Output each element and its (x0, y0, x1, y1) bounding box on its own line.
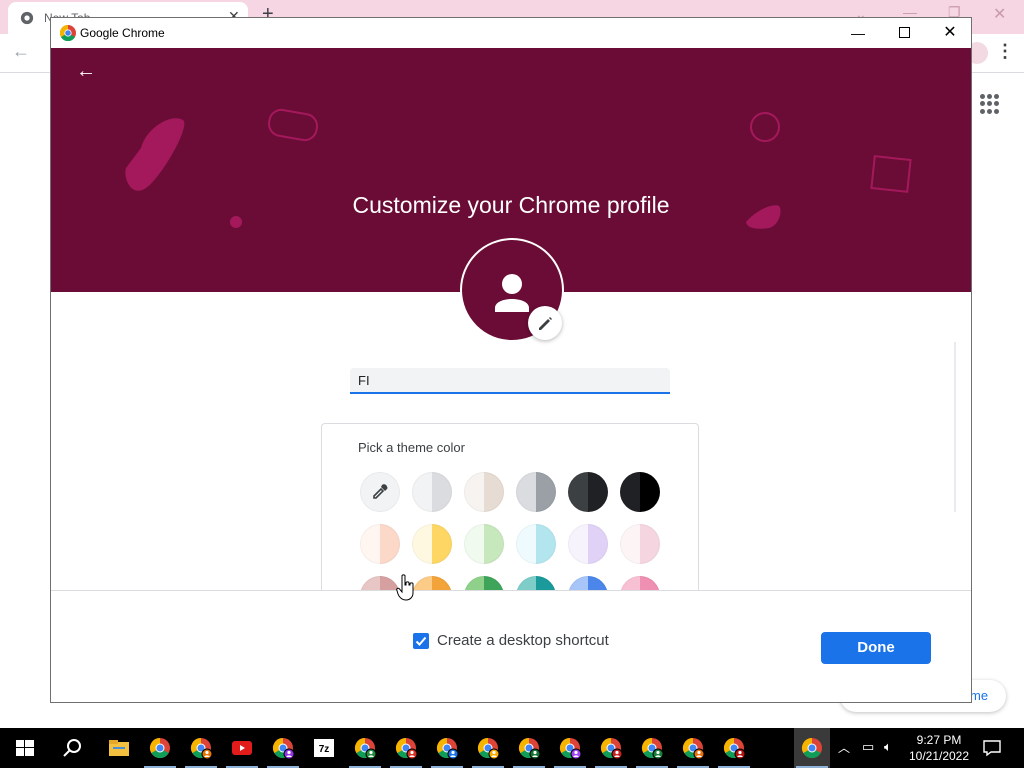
apps-grid-icon[interactable] (980, 94, 1000, 114)
theme-swatch-peach[interactable] (360, 524, 400, 564)
edit-avatar-button[interactable] (528, 306, 562, 340)
theme-swatch-yellow[interactable] (412, 524, 452, 564)
clock-time[interactable]: 9:27 PM (906, 733, 972, 747)
minimize-icon[interactable]: — (841, 25, 875, 41)
chrome-profile-3-icon[interactable] (353, 736, 377, 760)
back-arrow-icon[interactable]: ← (76, 60, 96, 83)
maximize-icon[interactable] (887, 25, 921, 43)
taskbar: 7z ︿ ▭ 🔈︎ 9:27 PM 10/21/2022 (0, 728, 1024, 768)
checkmark-icon (415, 636, 427, 646)
theme-swatch-cyan-light[interactable] (516, 524, 556, 564)
profile-window: Google Chrome — ✕ ← Customize your Chrom… (50, 17, 972, 703)
chrome-profile-4-icon[interactable] (394, 736, 418, 760)
eyedropper-icon (373, 484, 388, 499)
hand-cursor-icon (396, 574, 414, 601)
chrome-icon (20, 11, 34, 25)
chrome-profile-2-icon[interactable] (271, 736, 295, 760)
theme-swatch-green-light[interactable] (464, 524, 504, 564)
theme-swatch-color-picker[interactable] (360, 472, 400, 512)
chrome-profile-5-icon[interactable] (435, 736, 459, 760)
file-explorer-icon[interactable] (107, 736, 131, 760)
back-arrow-icon[interactable]: ← (12, 41, 30, 62)
dialog-footer: Create a desktop shortcut Done (51, 590, 971, 702)
chrome-profile-1-icon[interactable] (189, 736, 213, 760)
windows-start-icon[interactable] (13, 736, 37, 760)
pencil-icon (539, 317, 552, 330)
customize-chrome-label: me (970, 688, 989, 703)
theme-swatch-lavender[interactable] (568, 524, 608, 564)
profile-name-value: FI (358, 373, 370, 388)
youtube-icon[interactable] (230, 736, 254, 760)
theme-swatch-pink-light[interactable] (620, 524, 660, 564)
chrome-icon[interactable] (148, 736, 172, 760)
scrollbar[interactable] (954, 342, 956, 512)
svg-text:7z: 7z (319, 744, 330, 755)
theme-swatch-grey-light[interactable] (412, 472, 452, 512)
theme-swatch-slate[interactable] (568, 472, 608, 512)
volume-icon[interactable]: 🔈︎ (884, 739, 892, 755)
chrome-profile-7-icon[interactable] (517, 736, 541, 760)
notification-icon[interactable] (982, 738, 1002, 758)
7zip-icon[interactable]: 7z (312, 736, 336, 760)
chrome-logo-icon (60, 25, 76, 41)
chrome-active-icon[interactable] (800, 736, 824, 760)
theme-swatch-grey[interactable] (516, 472, 556, 512)
page-title: Customize your Chrome profile (352, 192, 670, 218)
search-icon[interactable] (60, 736, 84, 760)
chrome-profile-6-icon[interactable] (476, 736, 500, 760)
chevron-up-icon[interactable]: ︿ (838, 739, 850, 756)
theme-heading: Pick a theme color (358, 440, 465, 455)
close-icon[interactable]: ✕ (993, 4, 1006, 24)
profile-name-input[interactable]: FI (350, 368, 670, 394)
clock-date[interactable]: 10/21/2022 (906, 749, 972, 763)
chrome-profile-8-icon[interactable] (558, 736, 582, 760)
window-titlebar: Google Chrome — ✕ (51, 18, 971, 48)
more-menu-icon[interactable]: ⋮ (996, 41, 1014, 62)
chrome-profile-12-icon[interactable] (722, 736, 746, 760)
theme-swatch-black[interactable] (620, 472, 660, 512)
window-title: Google Chrome (80, 26, 165, 40)
network-icon[interactable]: ▭ (862, 739, 874, 755)
theme-swatch-beige[interactable] (464, 472, 504, 512)
done-button[interactable]: Done (821, 632, 931, 664)
close-icon[interactable]: ✕ (933, 22, 967, 42)
chrome-profile-9-icon[interactable] (599, 736, 623, 760)
desktop-shortcut-checkbox[interactable] (413, 633, 429, 649)
chrome-profile-10-icon[interactable] (640, 736, 664, 760)
chrome-profile-11-icon[interactable] (681, 736, 705, 760)
desktop-shortcut-label[interactable]: Create a desktop shortcut (437, 632, 609, 649)
